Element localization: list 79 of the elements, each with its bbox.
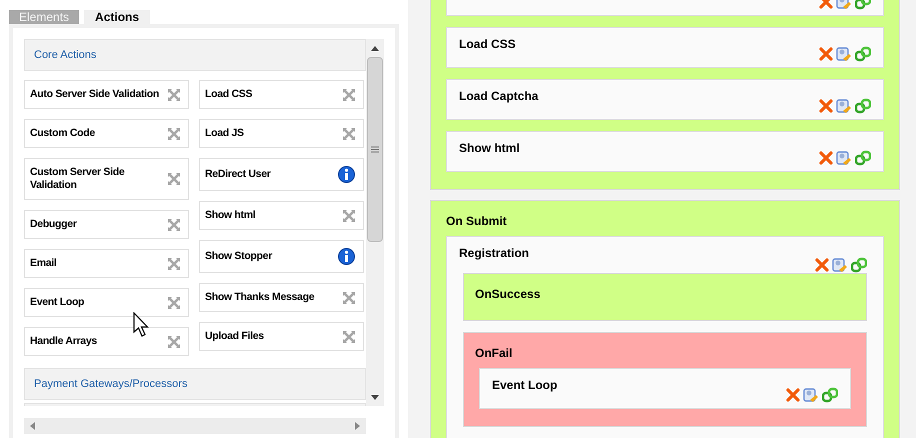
action-item[interactable]: Show Stopper xyxy=(199,240,364,273)
action-item[interactable]: Show html xyxy=(199,201,364,230)
move-icon[interactable] xyxy=(168,173,180,185)
event-title: On Submit xyxy=(446,213,508,230)
branch-title: OnFail xyxy=(475,345,514,362)
mouse-pointer-icon xyxy=(133,312,149,338)
action-item[interactable]: Show Thanks Message xyxy=(199,283,364,312)
action-item[interactable]: Custom Code xyxy=(24,119,189,148)
move-icon[interactable] xyxy=(168,88,180,100)
action-label: Event Loop xyxy=(30,296,84,309)
info-icon[interactable] xyxy=(338,248,355,265)
action-label: Handle Arrays xyxy=(30,335,97,348)
category-title[interactable]: Payment Gateways/Processors xyxy=(34,376,188,392)
tab[interactable]: Actions xyxy=(84,10,150,24)
action-label: Load CSS xyxy=(205,88,252,101)
branch-title: OnSuccess xyxy=(475,286,542,303)
move-icon[interactable] xyxy=(168,296,180,308)
action-label: Load JS xyxy=(205,127,244,140)
link-icon[interactable] xyxy=(855,46,871,62)
delete-icon[interactable] xyxy=(819,99,833,113)
action-item[interactable]: Upload Files xyxy=(199,322,364,351)
delete-icon[interactable] xyxy=(819,151,833,165)
action-item[interactable]: Load JS xyxy=(199,119,364,148)
action-title: Load CSS xyxy=(459,36,516,53)
link-icon[interactable] xyxy=(855,98,871,114)
delete-icon[interactable] xyxy=(815,258,829,272)
vertical-scrollbar[interactable] xyxy=(366,39,384,406)
category-title[interactable]: Core Actions xyxy=(34,46,96,64)
move-icon[interactable] xyxy=(343,330,355,342)
edit-icon[interactable] xyxy=(832,257,848,273)
link-icon[interactable] xyxy=(822,387,838,403)
link-icon[interactable] xyxy=(855,150,871,166)
action-item[interactable]: ReDirect User xyxy=(199,158,364,191)
scroll-up-icon[interactable] xyxy=(371,46,379,51)
action-item[interactable]: Email xyxy=(24,249,189,278)
action-item[interactable]: Load CSS xyxy=(199,80,364,109)
scroll-down-icon[interactable] xyxy=(371,395,379,400)
delete-icon[interactable] xyxy=(786,388,800,402)
action-label: Email xyxy=(30,257,57,270)
edit-icon[interactable] xyxy=(836,98,852,114)
action-label: Show html xyxy=(205,209,256,222)
move-icon[interactable] xyxy=(168,336,180,348)
action-item[interactable]: Custom Server Side Validation xyxy=(24,158,189,200)
action-label: Show Thanks Message xyxy=(205,291,314,304)
move-icon[interactable] xyxy=(168,258,180,270)
move-icon[interactable] xyxy=(343,128,355,140)
move-icon[interactable] xyxy=(168,218,180,230)
action-label: Custom Server Side Validation xyxy=(30,166,126,192)
move-icon[interactable] xyxy=(343,88,355,100)
action-label: ReDirect User xyxy=(205,168,271,181)
scroll-thumb[interactable] xyxy=(367,57,383,242)
category-header[interactable]: Payment Gateways/Processors xyxy=(24,368,366,400)
move-icon[interactable] xyxy=(168,128,180,140)
action-title: Load Captcha xyxy=(459,88,538,105)
category-header[interactable]: Core Actions xyxy=(24,39,366,71)
scroll-right-icon[interactable] xyxy=(355,422,360,430)
action-title: Registration xyxy=(459,245,530,262)
edit-icon[interactable] xyxy=(836,150,852,166)
scroll-left-icon[interactable] xyxy=(30,422,35,430)
action-label: Custom Code xyxy=(30,127,95,140)
action-item[interactable]: Debugger xyxy=(24,210,189,239)
action-item[interactable]: Auto Server Side Validation xyxy=(24,80,189,109)
move-icon[interactable] xyxy=(343,210,355,222)
action-item[interactable]: Event Loop xyxy=(24,288,189,317)
action-label: Auto Server Side Validation xyxy=(30,88,160,101)
grip-icon xyxy=(371,146,379,153)
delete-icon[interactable] xyxy=(819,47,833,61)
action-label: Debugger xyxy=(30,218,77,231)
action-item[interactable]: Handle Arrays xyxy=(24,327,189,356)
edit-icon[interactable] xyxy=(803,387,819,403)
action-title: Event Loop xyxy=(492,377,558,394)
action-title: Show html xyxy=(459,140,520,157)
action-label: Show Stopper xyxy=(205,250,272,263)
move-icon[interactable] xyxy=(343,292,355,304)
horizontal-scrollbar[interactable] xyxy=(24,418,366,434)
edit-icon[interactable] xyxy=(836,46,852,62)
link-icon[interactable] xyxy=(851,257,867,273)
info-icon[interactable] xyxy=(338,166,355,183)
action-label: Upload Files xyxy=(205,330,264,343)
